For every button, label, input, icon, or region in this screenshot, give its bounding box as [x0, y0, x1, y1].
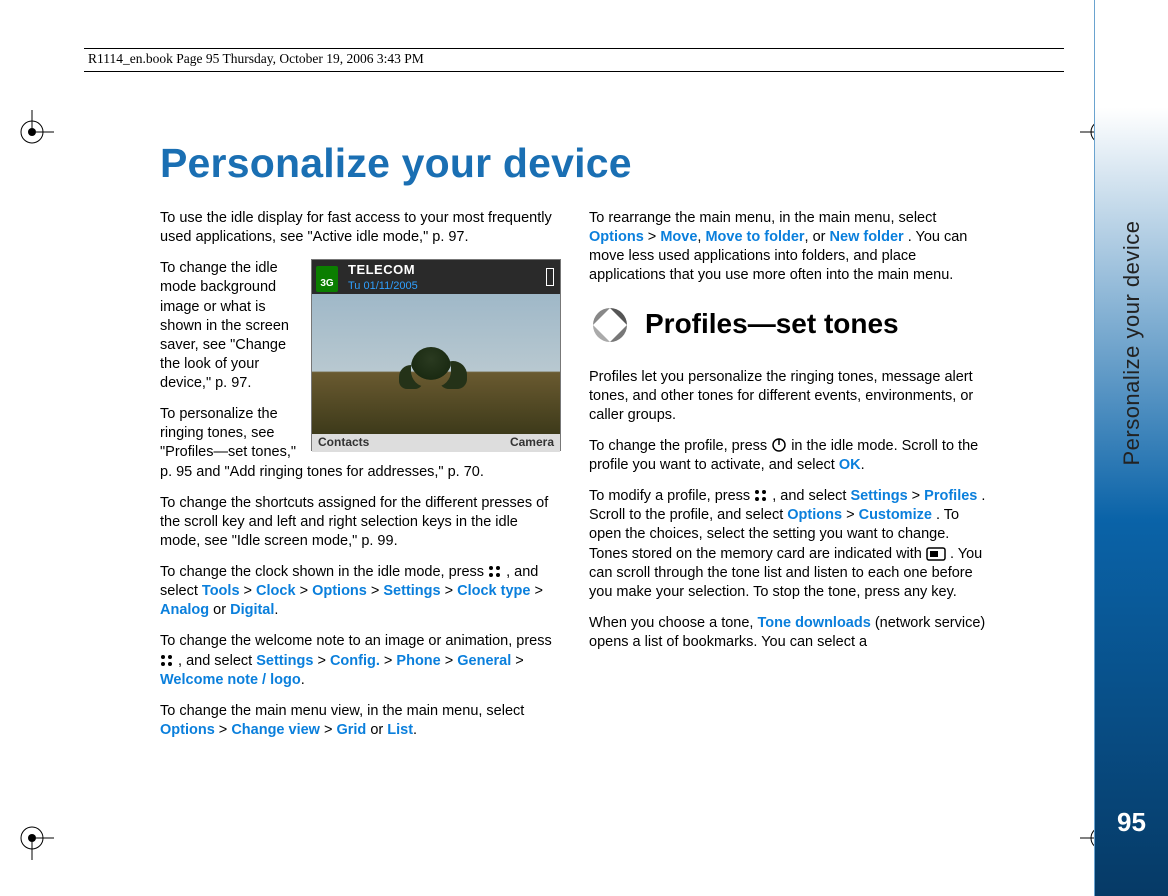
ui-path: Change view [231, 722, 320, 738]
page-title: Personalize your device [160, 140, 990, 187]
ui-path: Customize [859, 507, 932, 523]
ui-path: General [457, 653, 511, 669]
phone-statusbar: 3G TELECOM Tu 01/11/2005 [312, 260, 560, 294]
column-right: To rearrange the main menu, in the main … [589, 209, 990, 752]
para: To change the welcome note to an image o… [160, 632, 561, 689]
ui-path: Config. [330, 653, 380, 669]
ui-path: Options [589, 229, 644, 245]
phone-softkeys: Contacts Camera [312, 434, 560, 452]
crop-mark [10, 110, 54, 154]
ui-path: New folder [830, 229, 904, 245]
ui-path: Settings [256, 653, 313, 669]
side-tab-label: Personalize your device [1119, 220, 1145, 465]
para: To change the shortcuts assigned for the… [160, 494, 561, 551]
ui-path: Clock [256, 583, 296, 599]
ui-path: Options [787, 507, 842, 523]
section-title: Profiles—set tones [645, 306, 899, 343]
phone-wallpaper [312, 294, 560, 434]
phone-screenshot: 3G TELECOM Tu 01/11/2005 Contacts Camera [311, 259, 561, 451]
ui-path: Phone [396, 653, 440, 669]
profiles-icon [589, 304, 631, 346]
memory-card-icon [926, 547, 946, 561]
ui-path: Tone downloads [757, 615, 870, 631]
ui-path: Profiles [924, 488, 977, 504]
ui-path: Move to folder [705, 229, 804, 245]
menu-key-icon [160, 654, 174, 668]
para: To change the main menu view, in the mai… [160, 702, 561, 740]
ui-path: Digital [230, 602, 274, 618]
ui-path: Tools [202, 583, 240, 599]
menu-key-icon [754, 489, 768, 503]
page-number: 95 [1095, 807, 1168, 838]
softkey-right: Camera [510, 435, 554, 451]
side-tab: Personalize your device 95 [1094, 0, 1168, 896]
ui-path: Settings [850, 488, 907, 504]
running-header: R1114_en.book Page 95 Thursday, October … [84, 48, 1064, 72]
menu-key-icon [488, 565, 502, 579]
ui-path: Options [160, 722, 215, 738]
ui-path: List [387, 722, 413, 738]
section-heading: Profiles—set tones [589, 304, 990, 346]
para: To change the profile, press in the idle… [589, 437, 990, 475]
softkey-left: Contacts [318, 435, 369, 451]
ui-path: Analog [160, 602, 209, 618]
ui-path: Welcome note / logo [160, 672, 301, 688]
battery-icon [546, 268, 554, 286]
para: When you choose a tone, Tone downloads (… [589, 614, 990, 652]
column-left: To use the idle display for fast access … [160, 209, 561, 752]
ui-path: Move [660, 229, 697, 245]
para: To use the idle display for fast access … [160, 209, 561, 247]
ui-path: OK [839, 457, 861, 473]
operator-label: TELECOM [348, 261, 418, 278]
power-key-icon [771, 437, 787, 453]
para: Profiles let you personalize the ringing… [589, 368, 990, 425]
ui-path: Grid [336, 722, 366, 738]
running-header-text: R1114_en.book Page 95 Thursday, October … [88, 51, 424, 66]
para: To rearrange the main menu, in the main … [589, 209, 990, 286]
ui-path: Options [312, 583, 367, 599]
network-badge: 3G [316, 266, 338, 292]
crop-mark [10, 816, 54, 860]
ui-path: Clock type [457, 583, 530, 599]
ui-path: Settings [383, 583, 440, 599]
para: To change the clock shown in the idle mo… [160, 563, 561, 620]
phone-date: Tu 01/11/2005 [348, 279, 418, 294]
para: To modify a profile, press , and select … [589, 487, 990, 602]
